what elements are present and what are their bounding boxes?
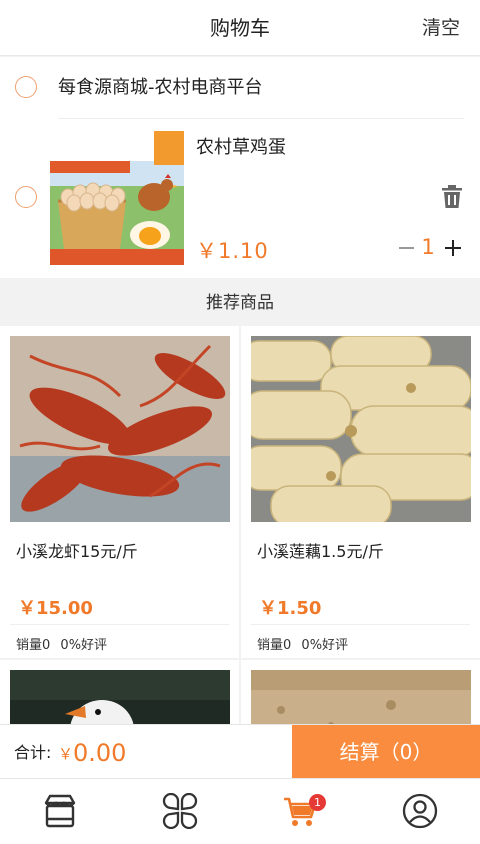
user-profile-icon [402,793,438,829]
total-label: 合计: [14,743,52,762]
tab-home[interactable] [0,779,120,844]
cart-item-name: 农村草鸡蛋 [196,137,286,158]
product-price: ￥15.00 [18,598,93,619]
quantity-decrease-button[interactable] [397,232,417,262]
product-image-lotus-root [251,336,471,522]
cart-screen: 购物车 清空 每食源商城-农村电商平台 农村草鸡蛋 ￥1.10 1 推荐商品 小… [0,0,480,844]
checkout-bar: 合计: ￥ 0.00 结算（0） [0,724,480,779]
product-price: ￥1.50 [259,598,322,619]
product-sales: 销量0 [257,638,292,653]
divider [251,624,470,625]
store-icon [44,794,76,828]
bottom-tab-bar: 1 [0,778,480,844]
product-name: 小溪龙虾15元/斤 [16,542,138,561]
quantity-increase-button[interactable] [442,232,464,262]
product-thumbnail-eggs[interactable] [50,131,184,265]
product-rating: 0%好评 [301,638,349,653]
product-rating: 0%好评 [60,638,108,653]
total-currency: ￥ [58,745,74,763]
product-card-crayfish[interactable]: 小溪龙虾15元/斤 ￥15.00 销量0 0%好评 [0,326,239,658]
trash-icon[interactable] [441,185,463,209]
clear-cart-button[interactable]: 清空 [422,0,460,56]
store-select-radio[interactable] [15,76,37,98]
product-sales: 销量0 [16,638,51,653]
page-title: 购物车 [210,16,270,40]
tab-profile[interactable] [360,779,480,844]
cart-section: 每食源商城-农村电商平台 农村草鸡蛋 ￥1.10 1 [0,57,480,278]
recommend-section-title: 推荐商品 [0,280,480,326]
trash-icon-graphic [442,185,462,208]
cart-item-price: ￥1.10 [196,239,269,263]
total-amount: 0.00 [73,739,127,767]
item-select-radio[interactable] [15,186,37,208]
product-meta: 销量0 0%好评 [16,634,107,653]
checkout-button[interactable]: 结算（0） [292,725,480,779]
tab-category[interactable] [120,779,240,844]
product-card-lotus-root[interactable]: 小溪莲藕1.5元/斤 ￥1.50 销量0 0%好评 [241,326,480,658]
store-row: 每食源商城-农村电商平台 [0,57,480,117]
product-meta: 销量0 0%好评 [257,634,348,653]
cart-badge: 1 [309,794,326,811]
recommend-product-grid: 小溪龙虾15元/斤 ￥15.00 销量0 0%好评 小溪莲藕1.5元/斤 ￥1.… [0,326,480,746]
product-name: 小溪莲藕1.5元/斤 [257,542,384,561]
tab-cart[interactable]: 1 [240,779,360,844]
eggs-illustration [50,131,184,265]
header: 购物车 清空 [0,0,480,56]
cart-item: 农村草鸡蛋 ￥1.10 1 [0,119,480,278]
store-name: 每食源商城-农村电商平台 [58,77,263,98]
category-grid-icon [162,793,198,829]
divider [10,624,229,625]
product-image-crayfish [10,336,230,522]
quantity-value: 1 [421,235,435,259]
